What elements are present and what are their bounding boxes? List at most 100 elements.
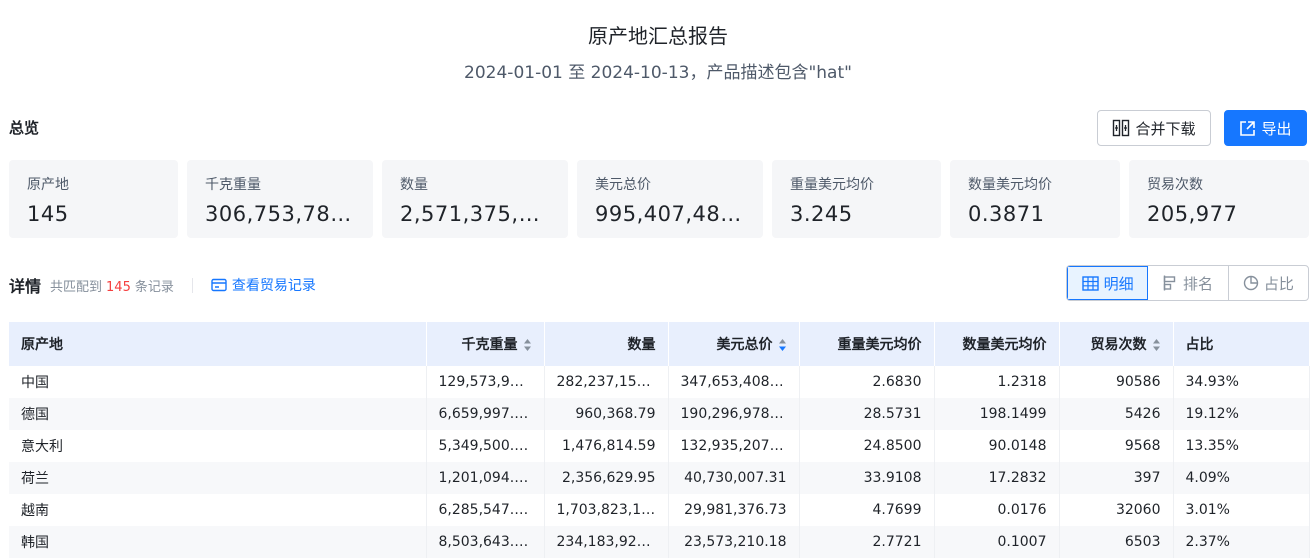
cell-qty-avg-price: 0.1007 [934, 526, 1060, 558]
cell-total-usd: 40,730,007.31 [668, 462, 800, 494]
cell-weight: 6,285,547.61 [426, 494, 545, 526]
cell-trade-count: 9568 [1059, 430, 1174, 462]
col-label: 原产地 [21, 337, 63, 353]
cell-share: 2.37% [1173, 526, 1310, 558]
origin-table: 原产地 千克重量 数量 美元总价 重量美元均价 数量美元均价 贸易次数 占比 中… [9, 322, 1310, 558]
col-label: 数量 [627, 337, 656, 353]
cell-origin: 荷兰 [9, 462, 427, 494]
trade-record-icon [211, 278, 227, 292]
table-row: 德国 6,659,997.20 960,368.79 190,296,978.1… [9, 398, 1310, 430]
card-label: 重量美元均价 [790, 177, 874, 193]
table-row: 意大利 5,349,500.09 1,476,814.59 132,935,20… [9, 430, 1310, 462]
cell-trade-count: 90586 [1059, 366, 1174, 398]
card-value: 3.245 [790, 202, 853, 226]
card-value: 205,977 [1147, 202, 1238, 226]
tab-share[interactable]: 占比 [1229, 266, 1308, 300]
tab-ranking[interactable]: 排名 [1148, 266, 1229, 300]
bar-ranking-icon [1163, 275, 1176, 291]
col-total-usd[interactable]: 美元总价 [668, 322, 800, 366]
cell-share: 4.09% [1173, 462, 1310, 494]
col-weight-avg-price: 重量美元均价 [799, 322, 935, 366]
merge-download-label: 合并下载 [1135, 119, 1196, 138]
cell-qty-avg-price: 1.2318 [934, 366, 1060, 398]
table-row: 韩国 8,503,643.71 234,183,928.38 23,573,21… [9, 526, 1310, 558]
cell-trade-count: 6503 [1059, 526, 1174, 558]
match-prefix: 共匹配到 [50, 279, 103, 295]
cell-weight: 5,349,500.09 [426, 430, 545, 462]
card-origin: 原产地 145 [9, 160, 178, 238]
cell-total-usd: 190,296,978.14 [668, 398, 800, 430]
cell-weight: 129,573,968.88 [426, 366, 545, 398]
tab-ranking-label: 排名 [1182, 274, 1213, 293]
cell-share: 19.12% [1173, 398, 1310, 430]
cell-origin: 越南 [9, 494, 427, 526]
cell-weight: 8,503,643.71 [426, 526, 545, 558]
col-weight[interactable]: 千克重量 [426, 322, 545, 366]
col-label: 占比 [1185, 337, 1214, 353]
cell-share: 13.35% [1173, 430, 1310, 462]
cell-total-usd: 23,573,210.18 [668, 526, 800, 558]
cell-quantity: 1,476,814.59 [544, 430, 669, 462]
col-quantity: 数量 [544, 322, 669, 366]
col-origin: 原产地 [9, 322, 427, 366]
card-weight: 千克重量 306,753,780.87 [187, 160, 373, 238]
table-icon [1081, 275, 1099, 291]
sort-icon [523, 339, 531, 351]
cell-trade-count: 5426 [1059, 398, 1174, 430]
export-button[interactable]: 导出 [1224, 110, 1307, 146]
cell-weight-avg-price: 28.5731 [799, 398, 935, 430]
card-value: 995,407,482.61 [595, 202, 745, 226]
cell-quantity: 960,368.79 [544, 398, 669, 430]
card-value: 145 [27, 202, 69, 226]
cell-quantity: 282,237,153.78 [544, 366, 669, 398]
tab-share-label: 占比 [1263, 274, 1294, 293]
cell-total-usd: 132,935,207.55 [668, 430, 800, 462]
cell-quantity: 234,183,928.38 [544, 526, 669, 558]
table-row: 荷兰 1,201,094.11 2,356,629.95 40,730,007.… [9, 462, 1310, 494]
card-label: 贸易次数 [1147, 177, 1203, 193]
cell-weight-avg-price: 2.6830 [799, 366, 935, 398]
card-label: 美元总价 [595, 177, 651, 193]
merge-download-icon [1113, 119, 1130, 137]
cell-qty-avg-price: 0.0176 [934, 494, 1060, 526]
card-label: 原产地 [27, 177, 69, 193]
cell-weight: 6,659,997.20 [426, 398, 545, 430]
card-weight-avg-price: 重量美元均价 3.245 [772, 160, 941, 238]
report-subtitle: 2024-01-01 至 2024-10-13，产品描述包含"hat" [464, 63, 852, 83]
export-icon [1240, 120, 1256, 136]
card-label: 千克重量 [205, 177, 261, 193]
card-qty-avg-price: 数量美元均价 0.3871 [950, 160, 1120, 238]
tab-detail[interactable]: 明细 [1067, 266, 1149, 300]
cell-share: 34.93% [1173, 366, 1310, 398]
match-suffix: 条记录 [134, 279, 174, 295]
cell-weight: 1,201,094.11 [426, 462, 545, 494]
cell-qty-avg-price: 17.2832 [934, 462, 1060, 494]
card-label: 数量美元均价 [968, 177, 1052, 193]
match-count: 145 [106, 279, 131, 295]
col-label: 重量美元均价 [837, 337, 922, 353]
detail-bar: 详情 共匹配到 145 条记录 查看贸易记录 [9, 274, 316, 296]
pie-chart-icon [1243, 275, 1259, 291]
detail-title: 详情 [9, 277, 42, 296]
card-total-usd: 美元总价 995,407,482.61 [577, 160, 763, 238]
cell-quantity: 2,356,629.95 [544, 462, 669, 494]
card-value: 2,571,375,712.45 [400, 202, 550, 226]
cell-trade-count: 32060 [1059, 494, 1174, 526]
cell-origin: 中国 [9, 366, 427, 398]
cell-trade-count: 397 [1059, 462, 1174, 494]
card-value: 0.3871 [968, 202, 1045, 226]
divider [191, 277, 193, 293]
match-count-text: 共匹配到 145 条记录 [50, 276, 174, 295]
view-trade-records-link[interactable]: 查看贸易记录 [211, 275, 316, 295]
card-quantity: 数量 2,571,375,712.45 [382, 160, 568, 238]
export-label: 导出 [1261, 119, 1292, 138]
cell-origin: 韩国 [9, 526, 427, 558]
col-trade-count[interactable]: 贸易次数 [1059, 322, 1174, 366]
card-trade-count: 贸易次数 205,977 [1129, 160, 1309, 238]
cell-weight-avg-price: 24.8500 [799, 430, 935, 462]
col-label: 千克重量 [461, 337, 518, 353]
merge-download-button[interactable]: 合并下载 [1097, 110, 1211, 146]
cell-weight-avg-price: 4.7699 [799, 494, 935, 526]
cell-origin: 意大利 [9, 430, 427, 462]
sort-icon [778, 339, 786, 351]
